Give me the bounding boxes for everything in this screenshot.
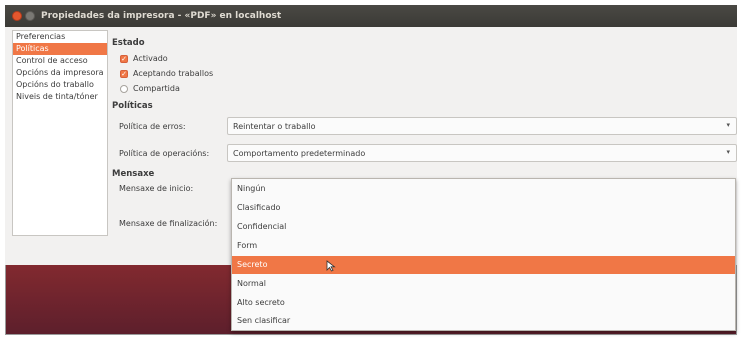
error-policy-value: Reintentar o traballo [233, 122, 316, 131]
aceptando-traballos-checkbox[interactable]: ✓ [120, 70, 128, 78]
sidebar-item-opcions-da-impresora[interactable]: Opcións da impresora [13, 67, 107, 79]
operation-policy-value: Comportamento predeterminado [233, 149, 366, 158]
start-message-dropdown: Ningún Clasificado Confidencial Form Sec… [231, 178, 736, 331]
error-policy-label: Política de erros: [119, 122, 186, 131]
aceptando-traballos-label: Aceptando traballos [133, 69, 214, 78]
dropdown-option-normal[interactable]: Normal [232, 275, 735, 293]
dropdown-option-confidencial[interactable]: Confidencial [232, 218, 735, 236]
start-message-label: Mensaxe de inicio: [119, 184, 194, 193]
sidebar-item-opcions-do-traballo[interactable]: Opcións do traballo [13, 79, 107, 91]
dropdown-option-alto-secreto[interactable]: Alto secreto [232, 294, 735, 312]
minimize-window-icon[interactable] [25, 11, 35, 21]
politicas-heading: Políticas [112, 101, 153, 111]
sidebar: Preferencias Políticas Control de acceso… [12, 30, 108, 236]
dropdown-option-secreto[interactable]: Secreto [232, 256, 735, 274]
sidebar-item-preferencias[interactable]: Preferencias [13, 31, 107, 43]
mensaxe-heading: Mensaxe [112, 169, 155, 179]
operation-policy-label: Política de operacións: [119, 149, 210, 158]
operation-policy-select[interactable]: Comportamento predeterminado ▾ [227, 144, 737, 162]
dropdown-option-clasificado[interactable]: Clasificado [232, 199, 735, 217]
compartida-checkbox[interactable] [120, 85, 128, 93]
compartida-label: Compartida [133, 84, 180, 93]
sidebar-item-niveis-de-tinta[interactable]: Niveis de tinta/tóner [13, 91, 107, 103]
close-window-icon[interactable] [12, 11, 22, 21]
sidebar-item-politicas[interactable]: Políticas [13, 43, 107, 55]
mouse-pointer-icon [326, 260, 336, 272]
window-titlebar: Propiedades da impresora - «PDF» en loca… [5, 5, 737, 27]
dropdown-option-ningun[interactable]: Ningún [232, 180, 735, 198]
estado-heading: Estado [112, 38, 145, 48]
dropdown-option-sen-clasificar[interactable]: Sen clasificar [232, 312, 735, 330]
sidebar-item-control-de-acceso[interactable]: Control de acceso [13, 55, 107, 67]
end-message-label: Mensaxe de finalización: [119, 219, 218, 228]
activado-checkbox[interactable]: ✓ [120, 55, 128, 63]
error-policy-select[interactable]: Reintentar o traballo ▾ [227, 117, 737, 135]
chevron-down-icon: ▾ [726, 121, 730, 129]
dropdown-option-form[interactable]: Form [232, 237, 735, 255]
chevron-down-icon: ▾ [726, 148, 730, 156]
window-title: Propiedades da impresora - «PDF» en loca… [41, 11, 282, 21]
activado-label: Activado [133, 54, 168, 63]
